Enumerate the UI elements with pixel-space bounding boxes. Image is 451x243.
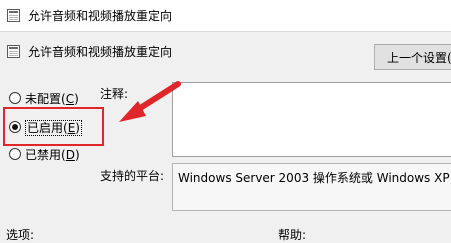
annotation-arrow — [119, 81, 181, 122]
